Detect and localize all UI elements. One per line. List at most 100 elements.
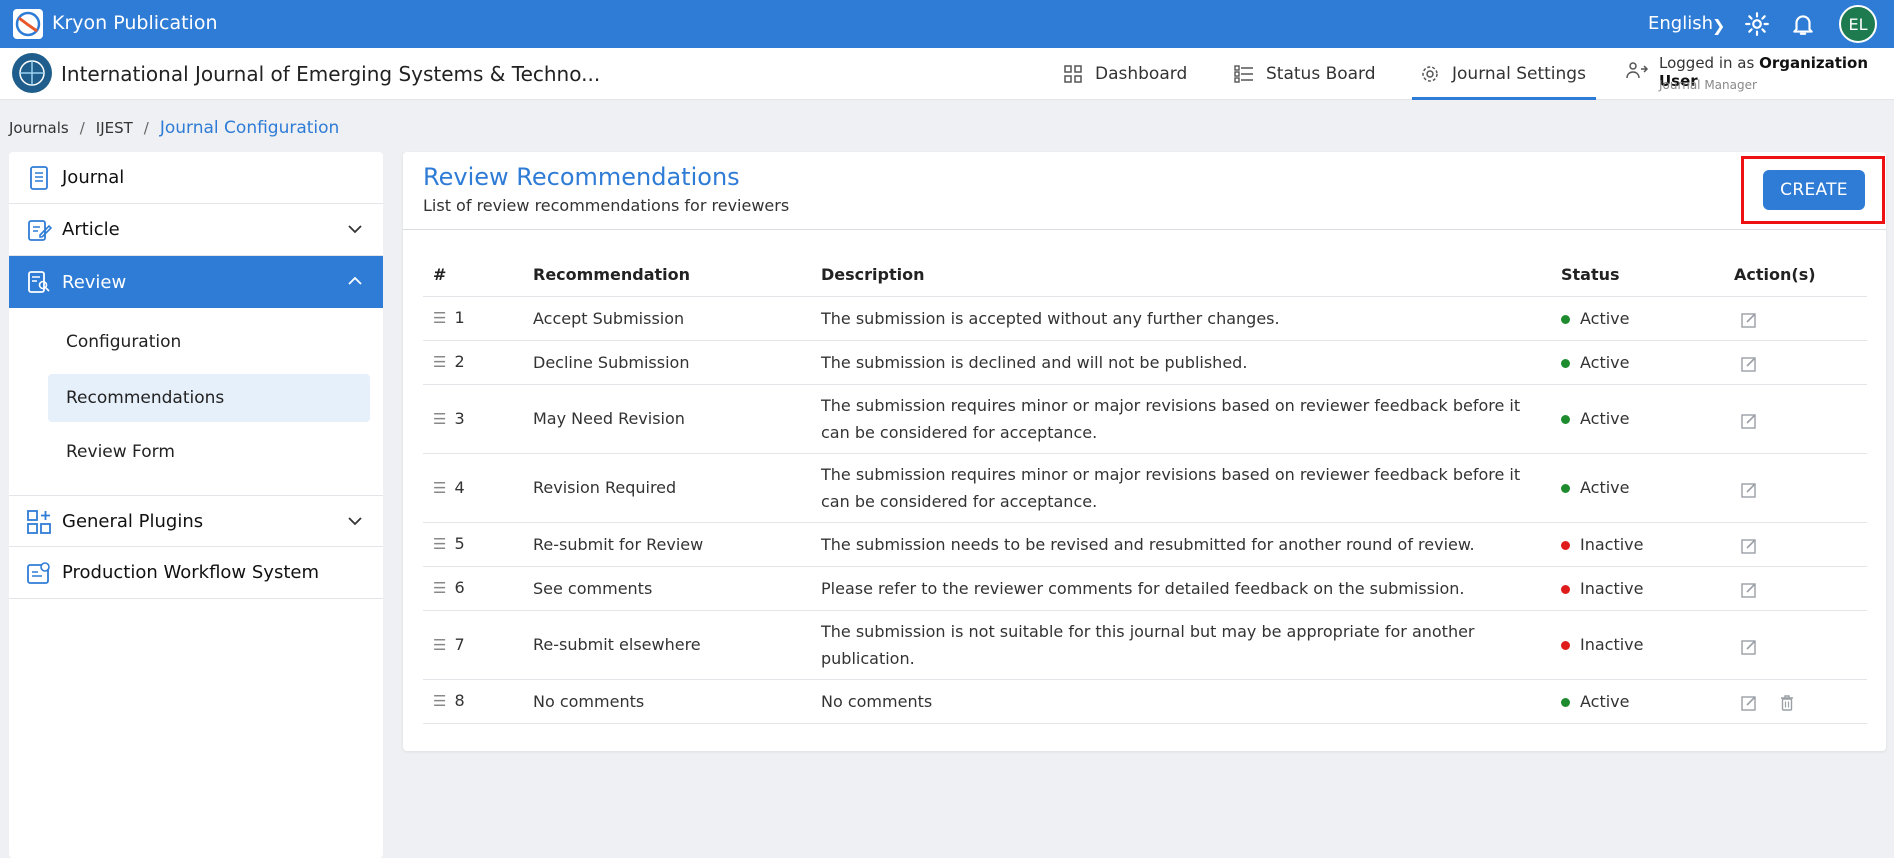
active-tab-indicator	[1412, 97, 1596, 100]
status-label: Active	[1580, 308, 1630, 328]
chevron-down-icon[interactable]	[347, 513, 363, 529]
row-number: 6	[454, 578, 465, 597]
recommendation-cell: Re-submit elsewhere	[523, 610, 811, 680]
sidebar-item-general-plugins[interactable]: General Plugins	[9, 495, 383, 547]
row-number: 3	[454, 408, 465, 428]
status-dot-icon	[1561, 697, 1570, 707]
sidebar-item-label: Production Workflow System	[62, 562, 319, 583]
user-switch-icon[interactable]	[1625, 59, 1649, 83]
recommendations-table: # Recommendation Description Status Acti…	[423, 254, 1867, 724]
description-cell: No comments	[811, 679, 1551, 724]
row-number-cell: ☰ 1	[423, 296, 523, 341]
status-dot-icon	[1561, 358, 1570, 368]
sidebar-subitem-review-form[interactable]: Review Form	[48, 428, 370, 476]
page-subtitle: List of review recommendations for revie…	[423, 196, 790, 215]
status-cell: Inactive	[1551, 522, 1724, 567]
col-header-recommendation: Recommendation	[523, 254, 811, 297]
actions-cell	[1724, 679, 1867, 724]
col-header-status: Status	[1551, 254, 1724, 297]
status-dot-icon	[1561, 484, 1570, 493]
sidebar-subitem-recommendations[interactable]: Recommendations	[48, 374, 370, 422]
status-dot-icon	[1561, 415, 1570, 424]
row-number-cell: ☰ 4	[423, 453, 523, 523]
nav-status-board-label: Status Board	[1266, 64, 1376, 84]
nav-status-board[interactable]: Status Board	[1234, 48, 1376, 100]
brand-logo-icon[interactable]	[13, 9, 43, 39]
drag-handle-icon[interactable]: ☰	[433, 575, 446, 602]
edit-icon[interactable]	[1740, 637, 1758, 655]
table-row: ☰ 6 See comments Please refer to the review…	[423, 566, 1867, 611]
sidebar-item-journal[interactable]: Journal	[9, 152, 383, 204]
description-cell: The submission requires minor or major r…	[811, 453, 1551, 523]
sidebar-item-review[interactable]: Review	[9, 256, 383, 308]
drag-handle-icon[interactable]: ☰	[433, 632, 446, 659]
row-number: 5	[454, 534, 465, 553]
recommendation-cell: Revision Required	[523, 453, 811, 523]
drag-handle-icon[interactable]: ☰	[433, 531, 446, 558]
table-row: ☰ 5 Re-submit for Review The submission nee…	[423, 522, 1867, 567]
sidebar-item-article[interactable]: Article	[9, 204, 383, 256]
row-number-cell: ☰ 6	[423, 566, 523, 611]
recommendation-cell: Accept Submission	[523, 296, 811, 341]
description-cell: The submission needs to be revised and r…	[811, 522, 1551, 567]
edit-icon[interactable]	[1740, 536, 1758, 554]
status-board-icon	[1234, 65, 1253, 83]
gear-icon[interactable]	[1744, 11, 1770, 37]
bell-icon[interactable]	[1790, 11, 1816, 37]
logged-in-prefix: Logged in as	[1659, 54, 1755, 72]
edit-icon[interactable]	[1740, 354, 1758, 372]
table-row: ☰ 2 Decline Submission The submission is de…	[423, 340, 1867, 385]
breadcrumb-journals[interactable]: Journals	[9, 119, 69, 137]
brand-name[interactable]: Kryon Publication	[52, 12, 218, 34]
row-number-cell: ☰ 3	[423, 384, 523, 454]
row-number: 7	[454, 634, 465, 654]
edit-icon[interactable]	[1740, 411, 1758, 429]
chevron-right-icon[interactable]: ❯	[1712, 16, 1725, 35]
sidebar-subitem-configuration[interactable]: Configuration	[48, 318, 370, 366]
row-number-cell: ☰ 2	[423, 340, 523, 385]
avatar[interactable]: EL	[1839, 5, 1877, 43]
status-label: Inactive	[1580, 578, 1644, 598]
language-selector[interactable]: English	[1648, 13, 1713, 34]
recommendation-cell: Decline Submission	[523, 340, 811, 385]
settings-gear-icon	[1422, 66, 1438, 82]
journal-logo-icon	[12, 53, 52, 93]
description-cell: The submission is not suitable for this …	[811, 610, 1551, 680]
status-cell: Inactive	[1551, 610, 1724, 680]
drag-handle-icon[interactable]: ☰	[433, 406, 446, 433]
actions-cell	[1724, 384, 1867, 454]
edit-icon[interactable]	[1740, 480, 1758, 498]
workflow-icon	[27, 562, 50, 584]
recommendation-cell: No comments	[523, 679, 811, 724]
edit-icon[interactable]	[1740, 580, 1758, 598]
delete-icon[interactable]	[1778, 693, 1796, 711]
drag-handle-icon[interactable]: ☰	[433, 475, 446, 502]
actions-cell	[1724, 522, 1867, 567]
table-row: ☰ 1 Accept Submission The submission is acc…	[423, 296, 1867, 341]
status-dot-icon	[1561, 314, 1570, 324]
drag-handle-icon[interactable]: ☰	[433, 688, 446, 715]
journal-title: International Journal of Emerging System…	[61, 62, 601, 86]
recommendations-card: Review Recommendations List of review re…	[403, 152, 1886, 751]
col-header-description: Description	[811, 254, 1551, 297]
chevron-down-icon[interactable]	[347, 221, 363, 237]
create-button[interactable]: CREATE	[1763, 170, 1865, 210]
sidebar-item-production-workflow[interactable]: Production Workflow System	[9, 547, 383, 599]
status-cell: Active	[1551, 384, 1724, 454]
drag-handle-icon[interactable]: ☰	[433, 349, 446, 376]
status-cell: Active	[1551, 453, 1724, 523]
edit-icon[interactable]	[1740, 310, 1758, 328]
edit-icon[interactable]	[1740, 693, 1758, 711]
description-cell: The submission is declined and will not …	[811, 340, 1551, 385]
nav-journal-settings[interactable]: Journal Settings	[1420, 48, 1586, 100]
actions-cell	[1724, 340, 1867, 385]
user-role: Journal Manager	[1659, 78, 1757, 92]
recommendation-cell: May Need Revision	[523, 384, 811, 454]
chevron-up-icon[interactable]	[347, 273, 363, 289]
review-doc-search-icon	[28, 271, 50, 293]
breadcrumb-code[interactable]: IJEST	[96, 119, 133, 137]
status-label: Active	[1580, 352, 1630, 372]
journal-header-bar: International Journal of Emerging System…	[0, 48, 1894, 100]
nav-dashboard[interactable]: Dashboard	[1063, 48, 1187, 100]
drag-handle-icon[interactable]: ☰	[433, 305, 446, 332]
